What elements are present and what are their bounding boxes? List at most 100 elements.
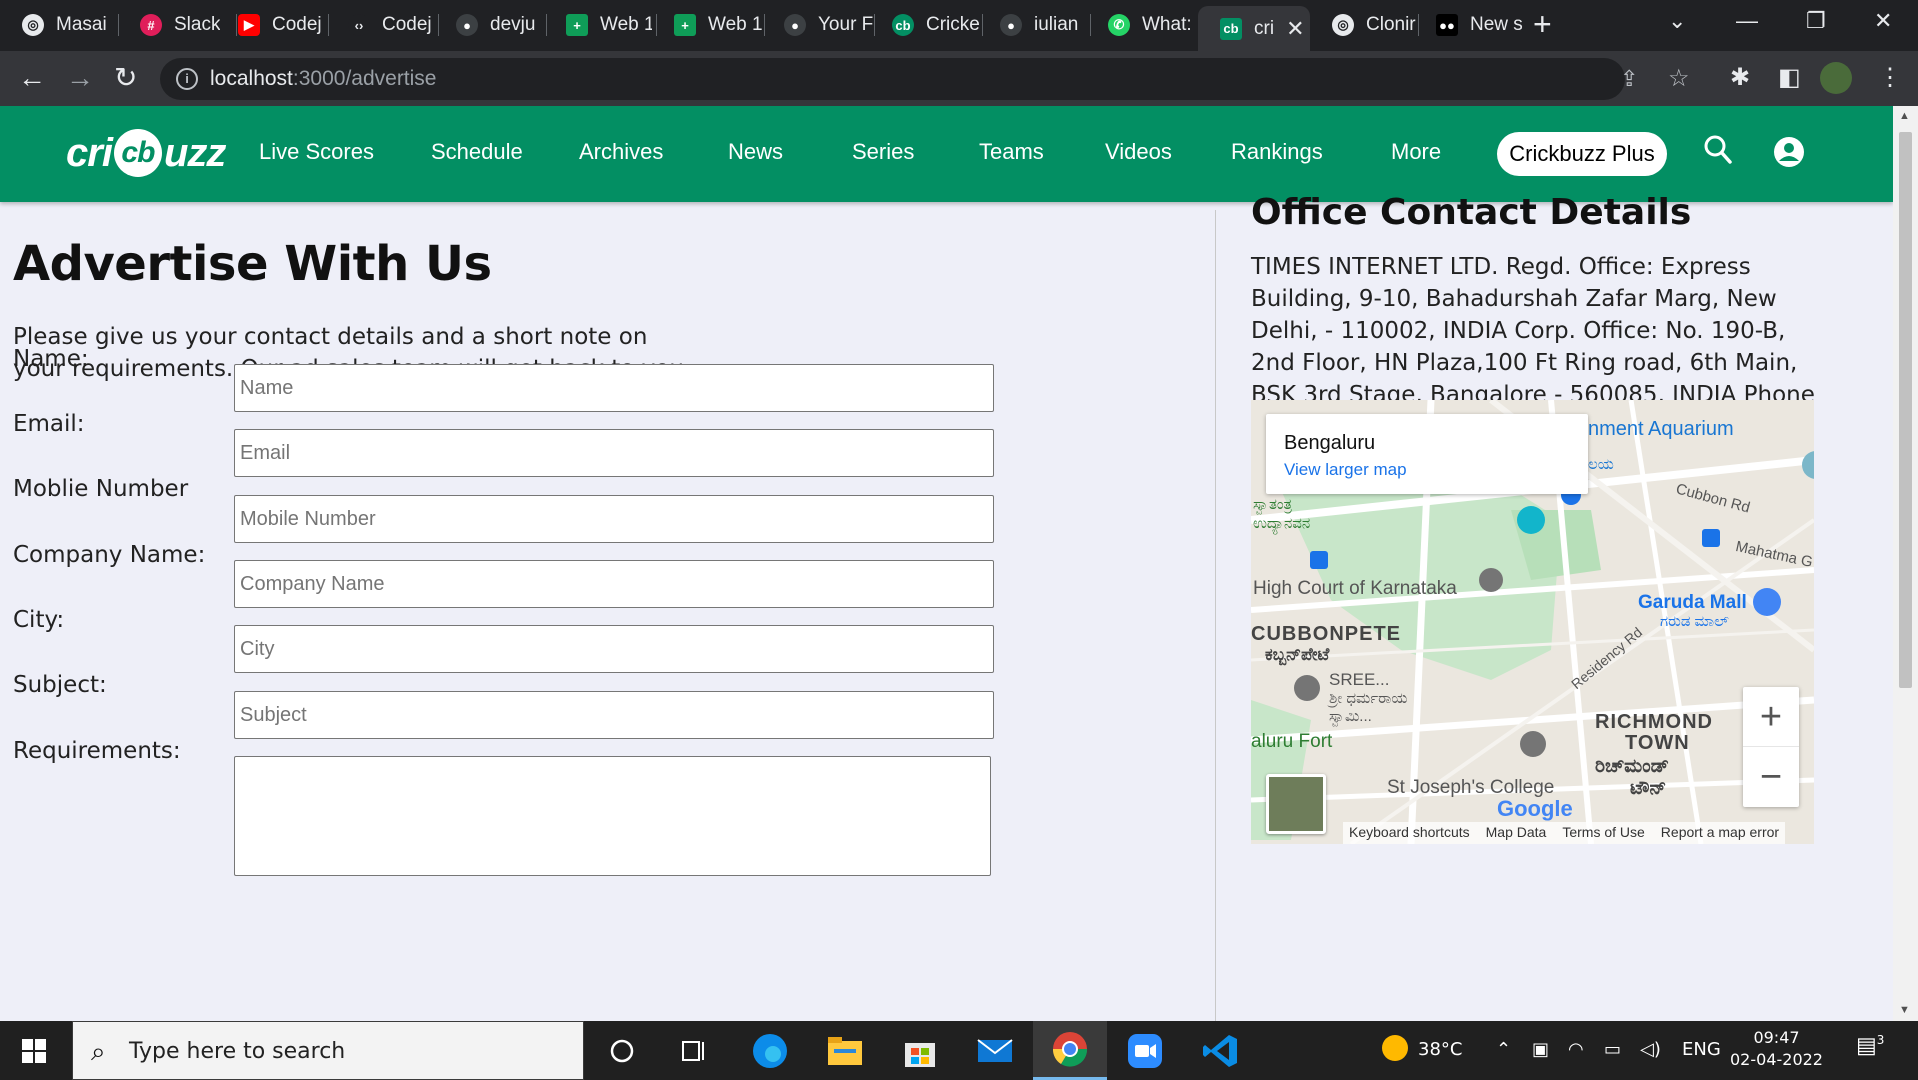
nav-schedule[interactable]: Schedule xyxy=(431,139,523,165)
browser-tab[interactable]: ▶ Codej xyxy=(216,8,328,42)
task-view-icon[interactable] xyxy=(658,1021,732,1080)
map-label-park-kn2: ಉದ್ಯಾನವನ xyxy=(1253,515,1311,532)
nav-news[interactable]: News xyxy=(728,139,783,165)
tab-favicon-icon: ‹› xyxy=(348,14,370,36)
map-attribution: Keyboard shortcuts Map Data Terms of Use… xyxy=(1343,822,1786,844)
whatsapp-icon: ✆ xyxy=(1108,14,1130,36)
google-map[interactable]: nment Aquarium ಲಯ Cubbon Rd Mahatma G ಸ್… xyxy=(1251,400,1814,844)
map-label-park-kn: ಸ್ವಾತಂತ್ರ xyxy=(1253,496,1293,513)
browser-tab[interactable]: cb Cricke xyxy=(870,8,982,42)
scroll-up-icon[interactable]: ▲ xyxy=(1899,110,1910,122)
close-window-icon[interactable]: ✕ xyxy=(1874,8,1892,34)
address-bar[interactable]: i localhost:3000/advertise ⇪ ☆ xyxy=(160,58,1690,100)
search-icon[interactable] xyxy=(1703,134,1733,171)
search-icon: ⌕ xyxy=(91,1036,106,1066)
zoom-app-icon[interactable] xyxy=(1108,1021,1182,1080)
map-label-garuda-kn: ಗರುಡ ಮಾಲ್ xyxy=(1660,613,1729,630)
extensions-icon[interactable]: ✱ xyxy=(1730,63,1750,92)
battery-icon[interactable]: ▭ xyxy=(1604,1039,1621,1060)
windows-start-icon[interactable] xyxy=(22,1039,46,1063)
bookmark-star-icon[interactable]: ☆ xyxy=(1668,64,1690,93)
subject-label: Subject: xyxy=(13,672,107,698)
forward-icon[interactable]: → xyxy=(66,61,94,95)
profile-avatar[interactable] xyxy=(1820,62,1852,94)
browser-tab-active[interactable]: cb cri ✕ xyxy=(1198,6,1310,51)
edge-icon[interactable] xyxy=(733,1021,807,1080)
menu-icon[interactable]: ⋮ xyxy=(1878,63,1902,92)
satellite-toggle[interactable] xyxy=(1266,774,1326,834)
scroll-thumb[interactable] xyxy=(1899,132,1912,688)
tray-chevron-icon[interactable]: ⌃ xyxy=(1496,1039,1511,1060)
subject-input[interactable] xyxy=(234,691,994,739)
browser-tab[interactable]: ✆ What: xyxy=(1086,8,1198,42)
page-scrollbar[interactable]: ▲ ▼ xyxy=(1893,106,1918,1021)
view-larger-map-link[interactable]: View larger map xyxy=(1284,460,1407,480)
scroll-down-icon[interactable]: ▼ xyxy=(1899,1004,1910,1016)
sidepanel-icon[interactable]: ◧ xyxy=(1778,63,1801,92)
nav-series[interactable]: Series xyxy=(852,139,914,165)
terms-of-use-link[interactable]: Terms of Use xyxy=(1562,824,1644,842)
browser-tab[interactable]: + Web 1 xyxy=(652,8,764,42)
mail-icon[interactable] xyxy=(958,1021,1032,1080)
nav-live-scores[interactable]: Live Scores xyxy=(259,139,374,165)
nav-teams[interactable]: Teams xyxy=(979,139,1044,165)
browser-tab[interactable]: ● Your F xyxy=(762,8,874,42)
map-data-link[interactable]: Map Data xyxy=(1486,824,1547,842)
nav-videos[interactable]: Videos xyxy=(1105,139,1172,165)
cricbuzz-logo[interactable]: cri cb uzz xyxy=(66,126,226,180)
volume-icon[interactable]: ◁) xyxy=(1640,1039,1661,1060)
crickbuzz-plus-button[interactable]: Crickbuzz Plus xyxy=(1497,132,1667,176)
new-tab-button[interactable]: + xyxy=(1533,6,1552,42)
browser-tab[interactable]: ◎ Masai xyxy=(0,8,118,42)
nav-rankings[interactable]: Rankings xyxy=(1231,139,1323,165)
file-explorer-icon[interactable] xyxy=(808,1021,882,1080)
share-icon[interactable]: ⇪ xyxy=(1620,66,1638,92)
browser-tab[interactable]: + Web 1 xyxy=(544,8,652,42)
user-account-icon[interactable] xyxy=(1773,136,1805,173)
company-name-input[interactable] xyxy=(234,560,994,608)
zoom-out-button[interactable]: − xyxy=(1743,747,1799,807)
weather-icon[interactable] xyxy=(1380,1033,1410,1068)
meet-now-icon[interactable]: ▣ xyxy=(1532,1039,1549,1060)
tab-favicon-icon: ◎ xyxy=(1332,14,1354,36)
map-label-cubbonpete: CUBBONPETE xyxy=(1251,623,1402,645)
language-indicator[interactable]: ENG xyxy=(1682,1039,1721,1060)
site-header: cri cb uzz Live Scores Schedule Archives N… xyxy=(0,106,1893,202)
browser-tab[interactable]: ● iulian xyxy=(978,8,1090,42)
nav-more[interactable]: More xyxy=(1391,139,1441,165)
report-map-error-link[interactable]: Report a map error xyxy=(1661,824,1779,842)
reload-icon[interactable]: ↻ xyxy=(114,61,137,95)
minimize-icon[interactable]: — xyxy=(1736,8,1758,34)
taskbar-search[interactable]: ⌕ Type here to search xyxy=(72,1021,584,1080)
weather-temp[interactable]: 38°C xyxy=(1418,1039,1462,1060)
city-input[interactable] xyxy=(234,625,994,673)
wifi-icon[interactable]: ◠ xyxy=(1568,1039,1584,1060)
zoom-in-button[interactable]: + xyxy=(1743,687,1799,747)
site-info-icon[interactable]: i xyxy=(176,68,198,90)
browser-tab[interactable]: ● devju xyxy=(434,8,546,42)
cortana-icon[interactable] xyxy=(585,1021,659,1080)
chrome-icon[interactable] xyxy=(1033,1021,1107,1080)
github-icon: ● xyxy=(784,14,806,36)
nav-archives[interactable]: Archives xyxy=(579,139,663,165)
mobile-number-input[interactable] xyxy=(234,495,994,543)
name-input[interactable] xyxy=(234,364,994,412)
notification-icon[interactable]: ▤3 xyxy=(1856,1033,1884,1058)
restore-icon[interactable]: ❐ xyxy=(1806,8,1826,34)
back-icon[interactable]: ← xyxy=(18,61,46,95)
microsoft-store-icon[interactable] xyxy=(883,1021,957,1080)
browser-tab[interactable]: ◎ Clonir xyxy=(1310,8,1422,42)
tab-search-icon[interactable]: ⌄ xyxy=(1668,8,1686,34)
system-clock[interactable]: 09:47 02-04-2022 xyxy=(1730,1027,1823,1071)
city-label: City: xyxy=(13,607,65,633)
medium-icon: ●● xyxy=(1436,14,1458,36)
vscode-icon[interactable] xyxy=(1183,1021,1257,1080)
browser-tab[interactable]: ●● New s xyxy=(1414,8,1526,42)
browser-tab[interactable]: ‹› Codej xyxy=(326,8,438,42)
email-input[interactable] xyxy=(234,429,994,477)
close-tab-icon[interactable]: ✕ xyxy=(1286,16,1304,42)
requirements-textarea[interactable] xyxy=(234,756,991,876)
map-label-richmond-kn: ರಿಚ್‌ಮಂಡ್ xyxy=(1595,756,1669,777)
map-label-garuda: Garuda Mall xyxy=(1638,592,1747,613)
keyboard-shortcuts-link[interactable]: Keyboard shortcuts xyxy=(1349,824,1470,842)
